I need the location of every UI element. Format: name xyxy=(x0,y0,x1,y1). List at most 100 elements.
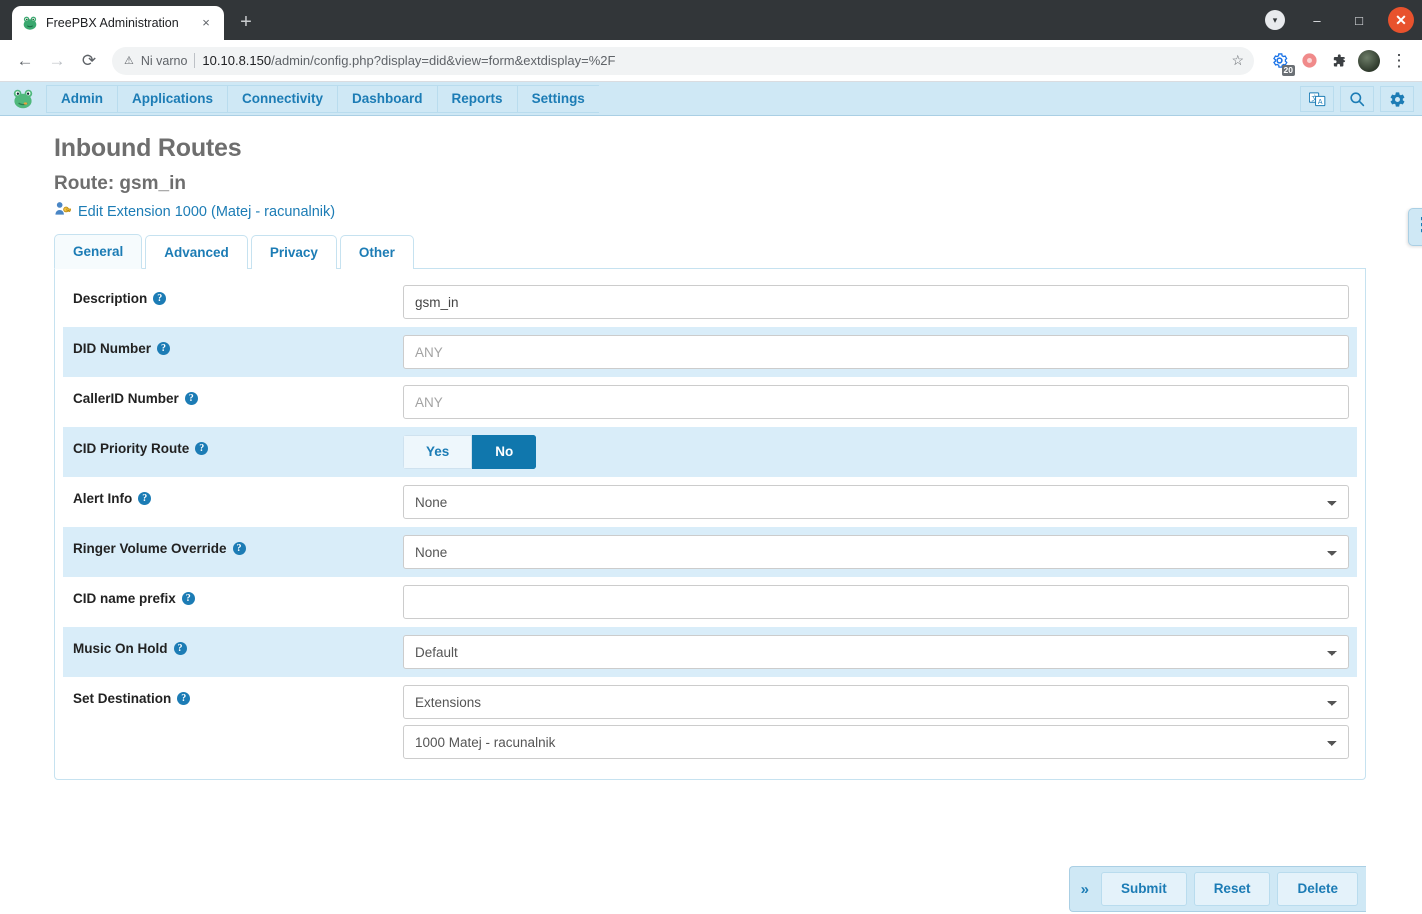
browser-tab[interactable]: FreePBX Administration × xyxy=(12,6,224,40)
submit-button[interactable]: Submit xyxy=(1100,872,1187,906)
freepbx-app: Admin Applications Connectivity Dashboar… xyxy=(0,82,1422,914)
browser-window: FreePBX Administration × + ▾ – □ ✕ ← → ⟳… xyxy=(0,0,1422,914)
ringer-volume-override-label: Ringer Volume Override ? xyxy=(63,527,403,556)
nav-item-dashboard[interactable]: Dashboard xyxy=(337,84,437,113)
nav-item-admin[interactable]: Admin xyxy=(46,84,117,113)
profile-avatar[interactable] xyxy=(1356,48,1382,74)
reload-button[interactable]: ⟳ xyxy=(74,46,104,76)
tab-advanced[interactable]: Advanced xyxy=(145,235,248,269)
set-destination-target-select[interactable]: 1000 Matej - racunalnik xyxy=(403,725,1349,759)
close-tab-icon[interactable]: × xyxy=(198,15,214,31)
label-text: Music On Hold xyxy=(73,641,168,656)
description-input[interactable] xyxy=(403,285,1349,319)
reset-button[interactable]: Reset xyxy=(1193,872,1271,906)
side-panel-toggle-button[interactable] xyxy=(1408,208,1422,246)
url-path: /admin/config.php?display=did&view=form&… xyxy=(271,53,616,68)
cid-name-prefix-control xyxy=(403,577,1357,627)
url-host: 10.10.8.150 xyxy=(202,53,272,68)
callerid-number-control xyxy=(403,377,1357,427)
extension-badge-count: 20 xyxy=(1281,64,1295,76)
cid-name-prefix-input[interactable] xyxy=(403,585,1349,619)
tab-general[interactable]: General xyxy=(54,234,143,269)
ringer-volume-override-control: None xyxy=(403,527,1357,577)
nav-item-reports[interactable]: Reports xyxy=(436,84,517,113)
help-icon[interactable]: ? xyxy=(138,492,152,505)
tab-other[interactable]: Other xyxy=(339,235,414,269)
extension-gear-icon[interactable]: 20 xyxy=(1266,48,1295,76)
security-label: Ni varno xyxy=(140,53,188,68)
freepbx-frog-logo[interactable] xyxy=(6,85,40,113)
browser-toolbar: ← → ⟳ ⚠ Ni varno 10.10.8.150/admin/confi… xyxy=(0,40,1422,82)
user-key-icon xyxy=(54,201,72,222)
alert-info-select[interactable]: None xyxy=(403,485,1349,519)
forward-button[interactable]: → xyxy=(42,46,72,76)
help-icon[interactable]: ? xyxy=(195,442,209,455)
ringer-volume-override-select[interactable]: None xyxy=(403,535,1349,569)
extension-record-icon[interactable] xyxy=(1296,48,1322,74)
bookmark-star-icon[interactable]: ☆ xyxy=(1231,52,1244,69)
form-row-set-destination: Set Destination ? Extensions 1000 Matej … xyxy=(63,677,1357,767)
set-destination-control: Extensions 1000 Matej - racunalnik xyxy=(403,677,1357,767)
set-destination-category-select[interactable]: Extensions xyxy=(403,685,1349,719)
close-window-button[interactable]: ✕ xyxy=(1380,0,1422,40)
edit-extension-row: Edit Extension 1000 (Matej - racunalnik) xyxy=(54,201,1366,222)
label-text: Alert Info xyxy=(73,491,133,506)
alert-info-label: Alert Info ? xyxy=(63,477,403,506)
help-icon[interactable]: ? xyxy=(153,292,167,305)
delete-button[interactable]: Delete xyxy=(1277,872,1358,906)
help-icon[interactable]: ? xyxy=(173,642,187,655)
nav-item-connectivity[interactable]: Connectivity xyxy=(227,84,338,113)
route-title: Route: gsm_in xyxy=(54,173,186,194)
did-number-control xyxy=(403,327,1357,377)
nav-item-settings[interactable]: Settings xyxy=(516,84,599,113)
help-icon[interactable]: ? xyxy=(181,592,195,605)
label-text: CID Priority Route xyxy=(73,441,190,456)
music-on-hold-label: Music On Hold ? xyxy=(63,627,403,656)
browser-titlebar: FreePBX Administration × + ▾ – □ ✕ xyxy=(0,0,1422,40)
page-content: Inbound Routes Route: gsm_in Edit Extens… xyxy=(0,116,1422,914)
help-icon[interactable]: ? xyxy=(232,542,246,555)
help-icon[interactable]: ? xyxy=(177,692,191,705)
music-on-hold-control: Default xyxy=(403,627,1357,677)
browser-tab-title: FreePBX Administration xyxy=(46,16,179,30)
expand-actions-icon[interactable]: » xyxy=(1076,881,1094,898)
callerid-number-input[interactable] xyxy=(403,385,1349,419)
window-controls: ▾ – □ ✕ xyxy=(1254,0,1422,40)
search-icon[interactable] xyxy=(1340,86,1374,112)
nav-item-applications[interactable]: Applications xyxy=(117,84,228,113)
translate-icon[interactable]: 文 A xyxy=(1300,86,1334,112)
minimize-button[interactable]: – xyxy=(1296,0,1338,40)
address-bar[interactable]: ⚠ Ni varno 10.10.8.150/admin/config.php?… xyxy=(112,46,1254,75)
extensions-puzzle-icon[interactable] xyxy=(1326,48,1352,74)
gear-icon[interactable] xyxy=(1380,86,1414,112)
close-icon: ✕ xyxy=(1388,7,1414,33)
music-on-hold-select[interactable]: Default xyxy=(403,635,1349,669)
cid-priority-yes-button[interactable]: Yes xyxy=(403,435,473,469)
form-row-cid-priority-route: CID Priority Route ? Yes No xyxy=(63,427,1357,477)
freepbx-frog-icon xyxy=(22,15,38,31)
form-row-music-on-hold: Music On Hold ? Default xyxy=(63,627,1357,677)
cid-priority-route-control: Yes No xyxy=(403,427,1357,477)
edit-extension-link[interactable]: Edit Extension 1000 (Matej - racunalnik) xyxy=(78,204,335,220)
did-number-input[interactable] xyxy=(403,335,1349,369)
maximize-button[interactable]: □ xyxy=(1338,0,1380,40)
browser-menu-icon[interactable]: ⋮ xyxy=(1386,48,1412,74)
help-icon[interactable]: ? xyxy=(157,342,171,355)
label-text: Description xyxy=(73,291,148,306)
form-row-callerid-number: CallerID Number ? xyxy=(63,377,1357,427)
cid-priority-route-label: CID Priority Route ? xyxy=(63,427,403,456)
url-text: 10.10.8.150/admin/config.php?display=did… xyxy=(202,53,615,68)
form-row-alert-info: Alert Info ? None xyxy=(63,477,1357,527)
form-row-did-number: DID Number ? xyxy=(63,327,1357,377)
form-tabs: General Advanced Privacy Other xyxy=(54,234,1366,269)
avatar xyxy=(1358,49,1380,72)
did-number-label: DID Number ? xyxy=(63,327,403,356)
window-dropdown-button[interactable]: ▾ xyxy=(1254,0,1296,40)
help-icon[interactable]: ? xyxy=(184,392,198,405)
label-text: Ringer Volume Override xyxy=(73,541,227,556)
tab-privacy[interactable]: Privacy xyxy=(250,235,337,269)
back-button[interactable]: ← xyxy=(10,46,40,76)
new-tab-button[interactable]: + xyxy=(232,9,260,37)
not-secure-warning-icon: ⚠ xyxy=(124,55,134,67)
cid-priority-no-button[interactable]: No xyxy=(472,435,537,469)
